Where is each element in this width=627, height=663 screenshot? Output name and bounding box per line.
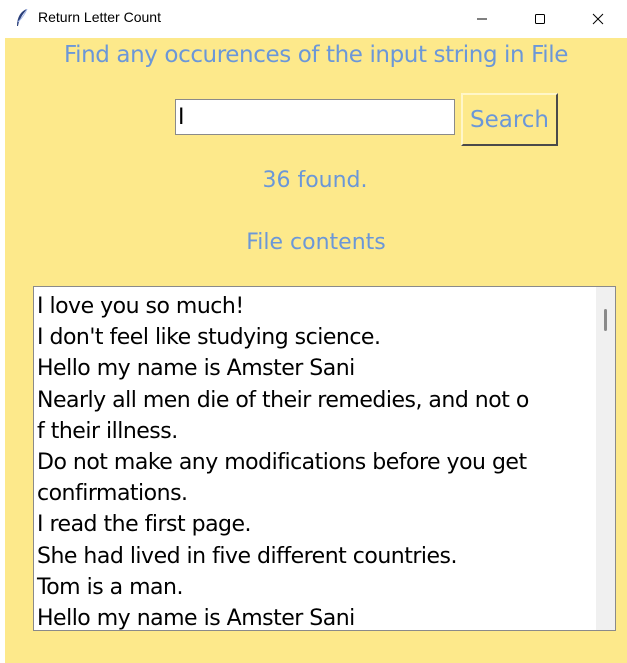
text-line: Do not make any modifications before you… (37, 449, 527, 475)
text-line: Hello my name is Amster Sani (37, 605, 355, 631)
vertical-scrollbar[interactable] (596, 287, 615, 630)
file-contents-text: I love you so much! I don't feel like st… (37, 291, 597, 631)
minimize-icon (476, 10, 488, 29)
maximize-icon (534, 10, 546, 29)
scrollbar-thumb[interactable] (604, 309, 607, 331)
text-line: She had lived in five different countrie… (37, 543, 458, 569)
text-line: Hello my name is Amster Sani (37, 356, 355, 382)
search-button[interactable]: Search (461, 93, 558, 146)
text-line: Tom is a man. (37, 574, 183, 600)
text-line: confirmations. (37, 481, 188, 507)
feather-icon (14, 8, 30, 28)
result-count-label: 36 found. (262, 168, 368, 193)
minimize-button[interactable] (453, 0, 511, 38)
maximize-button[interactable] (511, 0, 569, 38)
text-line: f their illness. (37, 418, 178, 444)
window-title: Return Letter Count (38, 9, 161, 25)
close-icon (592, 10, 604, 29)
text-line: I don't feel like studying science. (37, 325, 381, 351)
app-window: Return Letter Count Find any occurences … (0, 0, 627, 663)
text-line: Nearly all men die of their remedies, an… (37, 387, 529, 413)
file-contents-textbox[interactable]: I love you so much! I don't feel like st… (33, 286, 616, 631)
title-bar[interactable]: Return Letter Count (0, 0, 627, 38)
text-line: I read the first page. (37, 512, 252, 538)
search-input[interactable] (175, 99, 455, 135)
close-button[interactable] (569, 0, 627, 38)
file-contents-label: File contents (246, 230, 386, 255)
text-line: I love you so much! (37, 294, 244, 319)
instruction-label: Find any occurences of the input string … (63, 42, 569, 68)
window-edge (0, 38, 5, 663)
